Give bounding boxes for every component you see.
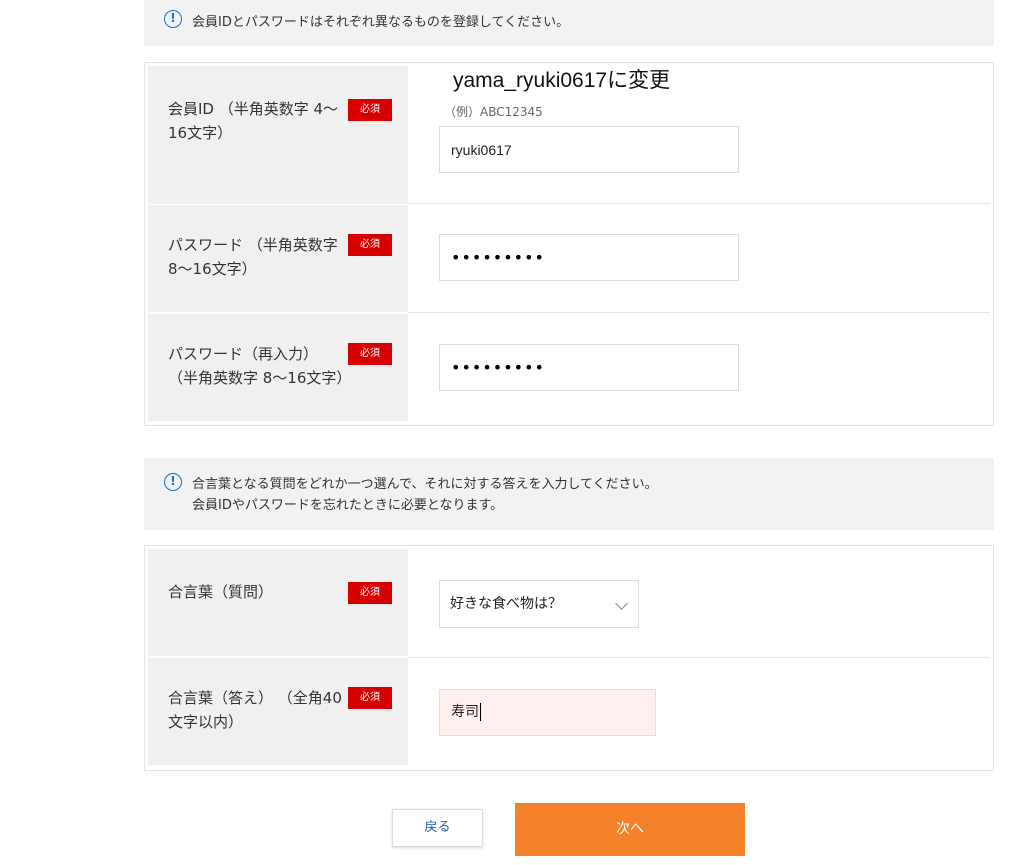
password-confirm-label: パスワード（再入力） （半角英数字 8～16文字） bbox=[168, 342, 368, 390]
registration-form-page: ! 会員IDとパスワードはそれぞれ異なるものを登録してください。 会員ID （半… bbox=[0, 0, 1020, 865]
secret-answer-value: 寿司 bbox=[451, 704, 479, 720]
member-id-label: 会員ID （半角英数字 4～16文字） bbox=[168, 100, 339, 142]
secret-question-select[interactable]: 好きな食べ物は？ bbox=[439, 580, 639, 628]
required-badge: 必須 bbox=[348, 99, 392, 121]
password-confirm-label-cell: パスワード（再入力） （半角英数字 8～16文字） 必須 bbox=[148, 314, 408, 421]
member-id-label-cell: 会員ID （半角英数字 4～16文字） 必須 bbox=[148, 66, 408, 204]
back-button[interactable]: 戻る bbox=[392, 809, 483, 847]
chevron-down-icon bbox=[615, 597, 628, 610]
row-divider bbox=[408, 203, 990, 204]
id-password-notice: ! 会員IDとパスワードはそれぞれ異なるものを登録してください。 bbox=[144, 0, 994, 46]
secret-question-selected: 好きな食べ物は？ bbox=[450, 596, 562, 612]
notice-text-line2: 会員IDやパスワードを忘れたときに必要となります。 bbox=[192, 498, 504, 513]
secret-answer-label-cell: 合言葉（答え） （全角40文字以内） 必須 bbox=[148, 658, 408, 765]
password-input[interactable]: ••••••••• bbox=[439, 234, 739, 281]
password-confirm-input[interactable]: ••••••••• bbox=[439, 344, 739, 391]
notice-text: 会員IDとパスワードはそれぞれ異なるものを登録してください。 bbox=[192, 15, 570, 30]
password-label: パスワード （半角英数字 8～16文字） bbox=[168, 236, 338, 278]
credentials-section: 会員ID （半角英数字 4～16文字） 必須 パスワード （半角英数字 8～16… bbox=[144, 62, 994, 426]
info-circle-icon: ! bbox=[164, 10, 182, 28]
next-button[interactable]: 次へ bbox=[515, 803, 745, 856]
member-id-input[interactable] bbox=[439, 126, 739, 173]
secret-question-label-cell: 合言葉（質問） 必須 bbox=[148, 549, 408, 656]
member-id-example: （例）ABC12345 bbox=[444, 105, 543, 119]
change-annotation: yama_ryuki0617に変更 bbox=[453, 69, 671, 92]
password-confirm-label-line1: パスワード（再入力） bbox=[168, 345, 319, 363]
secret-question-label: 合言葉（質問） bbox=[168, 583, 274, 601]
password-label-cell: パスワード （半角英数字 8～16文字） 必須 bbox=[148, 205, 408, 312]
required-badge: 必須 bbox=[348, 582, 392, 604]
required-badge: 必須 bbox=[348, 343, 392, 365]
secret-answer-input[interactable]: 寿司 bbox=[439, 689, 656, 736]
secret-question-notice: ! 合言葉となる質問をどれか一つ選んで、それに対する答えを入力してください。 会… bbox=[144, 458, 994, 530]
info-circle-icon: ! bbox=[164, 473, 182, 491]
notice-text-line1: 合言葉となる質問をどれか一つ選んで、それに対する答えを入力してください。 bbox=[192, 477, 658, 492]
password-confirm-label-line2: （半角英数字 8～16文字） bbox=[168, 369, 352, 387]
row-divider bbox=[408, 312, 990, 313]
required-badge: 必須 bbox=[348, 687, 392, 709]
secret-question-section: 合言葉（質問） 必須 好きな食べ物は？ 合言葉（答え） （全角40文字以内） 必… bbox=[144, 545, 994, 771]
text-caret bbox=[480, 703, 481, 721]
secret-answer-label: 合言葉（答え） （全角40文字以内） bbox=[168, 689, 342, 731]
required-badge: 必須 bbox=[348, 234, 392, 256]
row-divider bbox=[408, 657, 990, 658]
